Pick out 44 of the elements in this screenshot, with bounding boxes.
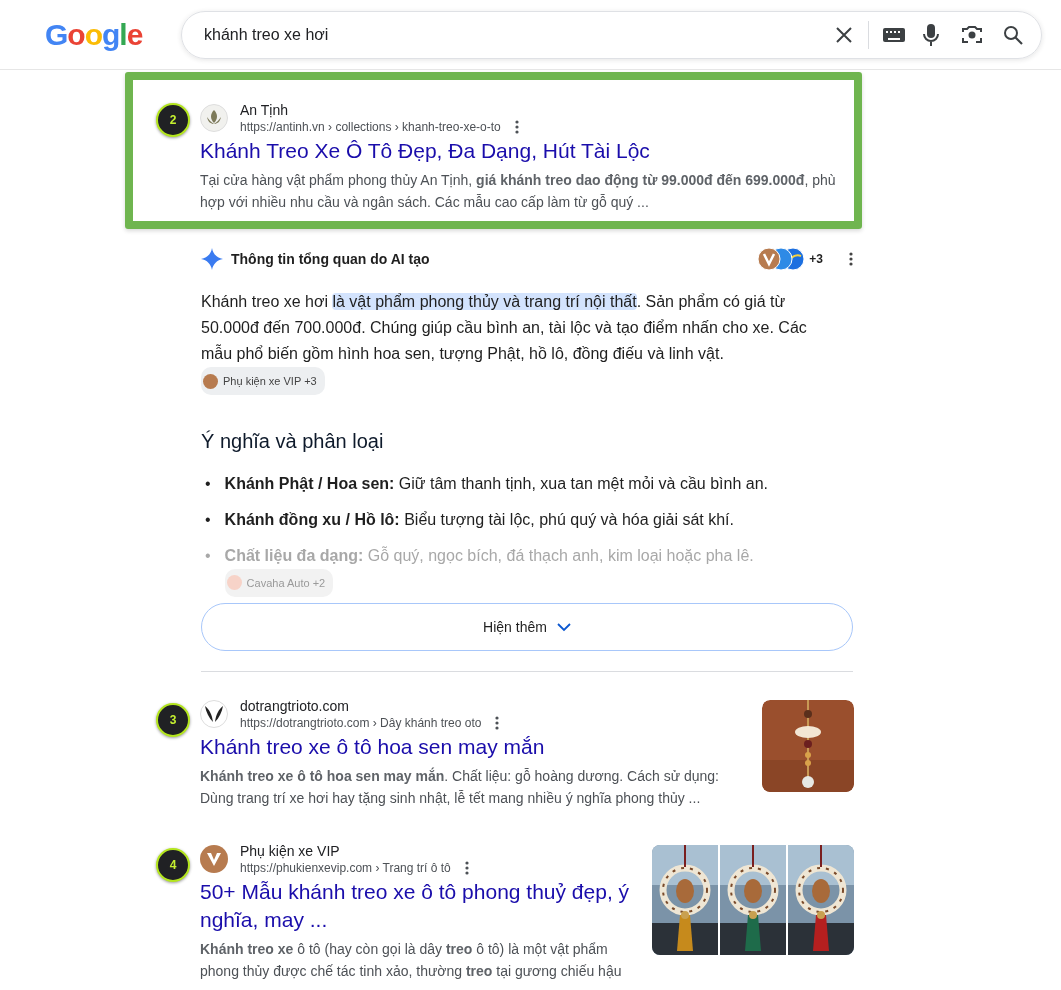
result-url[interactable]: https://dotrangtrioto.com › Dây khánh treo oto bbox=[240, 716, 482, 730]
sparkle-icon bbox=[201, 248, 223, 270]
bullet-marker: • bbox=[204, 473, 211, 494]
clear-icon[interactable] bbox=[834, 24, 854, 45]
source-chip[interactable]: Phụ kiện xe VIP +3 bbox=[201, 367, 325, 395]
search-input[interactable]: khánh treo xe hơi bbox=[202, 24, 834, 45]
section-heading: Ý nghĩa và phân loại bbox=[201, 429, 385, 453]
number-badge: 2 bbox=[156, 103, 190, 137]
result-url[interactable]: https://antinh.vn › collections › khanh-treo-xe-o-to bbox=[240, 120, 501, 134]
more-options-icon[interactable] bbox=[514, 120, 519, 134]
camera-search-icon[interactable] bbox=[961, 24, 983, 45]
number-badge: 3 bbox=[156, 703, 190, 737]
result-title-link[interactable]: 50+ Mẫu khánh treo xe ô tô phong thuỷ đẹp, ý nghĩa, may ... bbox=[200, 878, 636, 934]
bullet-marker: • bbox=[204, 509, 211, 530]
bullet-marker: • bbox=[204, 545, 211, 566]
microphone-icon[interactable] bbox=[923, 23, 939, 46]
lotus-logo-icon bbox=[200, 104, 228, 132]
source-avatars-icon[interactable] bbox=[757, 247, 806, 271]
bullet-text: Khánh Phật / Hoa sen: Giữ tâm thanh tịnh, xua tan mệt mỏi và cầu bình an. bbox=[224, 473, 769, 494]
v-logo-icon bbox=[200, 845, 228, 873]
search-icon[interactable] bbox=[1003, 24, 1023, 45]
overview-title: Thông tin tổng quan do AI tạo bbox=[231, 251, 431, 267]
site-name: dotrangtrioto.com bbox=[240, 698, 350, 714]
more-options-icon[interactable] bbox=[849, 252, 853, 266]
overview-paragraph: Khánh treo xe hơi là vật phẩm phong thủy và trang trí nội thất. Sản phẩm có giá từ 50.000đ đến 700.000đ. Chúng giúp cầu bình an, tài lộc và tạo điểm nhấn cho xe. Các mẫu phổ biến gồm hình hoa sen, tượng Phật, hồ lô, đồng điếu và linh vật. Phụ kiện xe VIP +3 bbox=[201, 289, 816, 398]
number-badge: 4 bbox=[156, 848, 190, 882]
result-url[interactable]: https://phukienxevip.com › Trang trí ô tô bbox=[240, 861, 451, 875]
result-title-link[interactable]: Khánh treo xe ô tô hoa sen may mắn bbox=[200, 733, 746, 761]
result-snippet: Tại cửa hàng vật phẩm phong thủy An Tịnh, giá khánh treo dao động từ 99.000đ đến 699.000đ, phù hợp với nhiều nhu cầu và ngân sách. Các mẫu cao cấp làm từ gỗ quý ... bbox=[200, 171, 837, 212]
site-name: Phụ kiện xe VIP bbox=[240, 843, 341, 859]
result-snippet: Khánh treo xe ô tô (hay còn gọi là dây treo ô tô) là một vật phẩm phong thủy được chế tác tinh xảo, thường treo tại gương chiếu hậu bbox=[200, 940, 623, 981]
bullet-text: Chất liệu đa dạng: Gỗ quý, ngọc bích, đá thạch anh, kim loại hoặc pha lê. Cavaha Auto +2 bbox=[224, 542, 785, 599]
more-sources-count[interactable]: +3 bbox=[809, 252, 823, 266]
result-title-link[interactable]: Khánh Treo Xe Ô Tô Đẹp, Đa Dạng, Hút Tài Lộc bbox=[200, 137, 846, 165]
result-snippet: Khánh treo xe ô tô hoa sen may mắn. Chất liệu: gỗ hoàng dương. Cách sử dụng: Dùng trang trí xe hơi hay tặng sinh nhật, lễ tết mang nhiều ý nghĩa phong thủy ... bbox=[200, 766, 720, 808]
keyboard-icon[interactable] bbox=[883, 26, 905, 43]
more-options-icon[interactable] bbox=[495, 716, 500, 730]
site-name: An Tịnh bbox=[240, 102, 289, 118]
chevron-down-icon bbox=[556, 622, 571, 632]
show-more-button[interactable]: Hiện thêm bbox=[201, 603, 853, 651]
wings-logo-icon bbox=[200, 700, 228, 728]
more-options-icon[interactable] bbox=[464, 861, 469, 875]
google-logo[interactable]: Google bbox=[0, 17, 181, 52]
bullet-text: Khánh đồng xu / Hồ lô: Biểu tượng tài lộc, phú quý và hóa giải sát khí. bbox=[224, 509, 735, 530]
